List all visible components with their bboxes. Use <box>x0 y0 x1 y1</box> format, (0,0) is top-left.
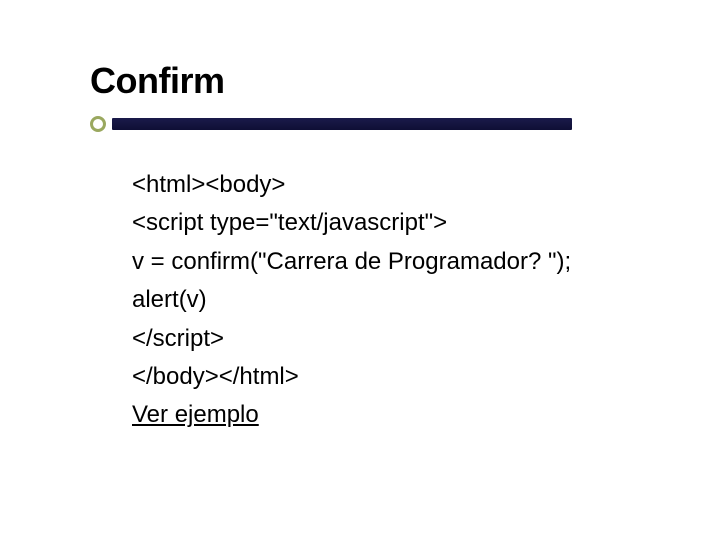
code-line-3: v = confirm("Carrera de Programador? "); <box>132 243 650 281</box>
code-line-5: </script> <box>132 320 650 358</box>
bullet-dot-icon <box>90 116 106 132</box>
code-line-1: <html><body> <box>132 166 650 204</box>
example-link[interactable]: Ver ejemplo <box>132 396 259 434</box>
slide-container: Confirm <html><body> <script type="text/… <box>90 60 650 435</box>
slide-title: Confirm <box>90 60 650 102</box>
code-line-6: </body></html> <box>132 358 650 396</box>
title-underline <box>90 116 570 132</box>
underline-bar <box>112 118 572 130</box>
slide-content: <html><body> <script type="text/javascri… <box>90 166 650 435</box>
code-line-4: alert(v) <box>132 281 650 319</box>
code-line-2: <script type="text/javascript"> <box>132 204 650 242</box>
